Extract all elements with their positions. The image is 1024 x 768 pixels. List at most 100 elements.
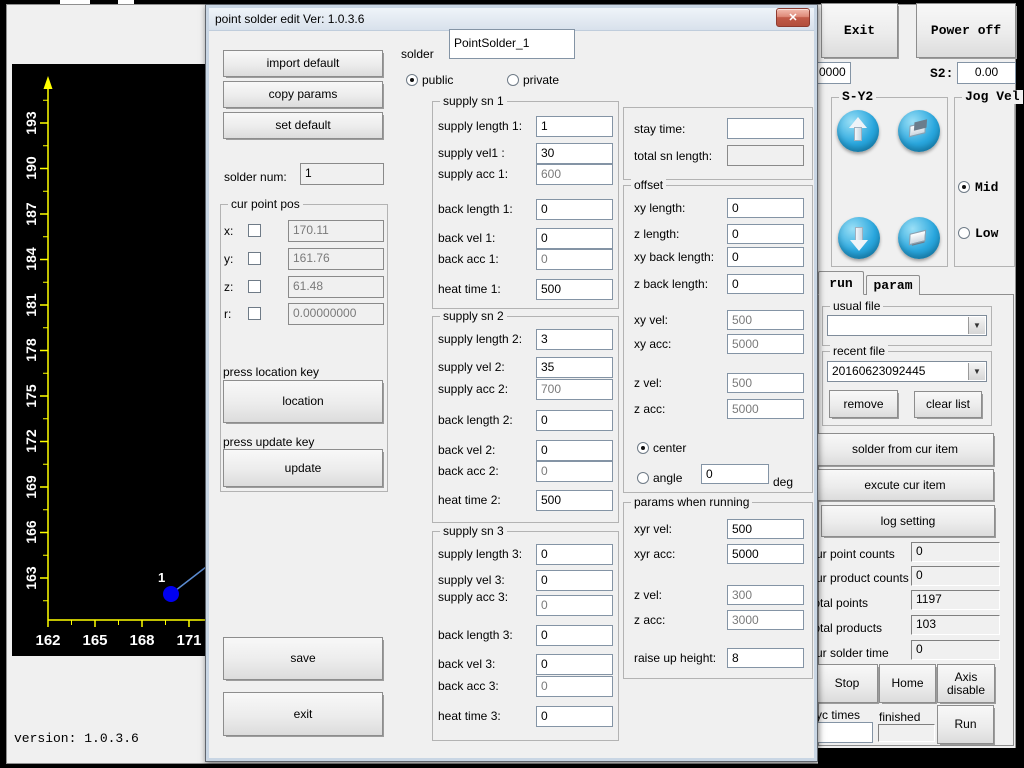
jog-rotate-up-button[interactable]: [898, 110, 940, 152]
excute-cur-item-button[interactable]: excute cur item: [816, 469, 994, 501]
dropdown-arrow-icon[interactable]: ▼: [968, 317, 985, 334]
supply-acc-2-field: 700: [536, 379, 613, 400]
down-arrow-icon: [850, 240, 868, 251]
y-coord-checkbox[interactable]: [248, 252, 261, 265]
s2-value-field[interactable]: 0.00: [957, 62, 1016, 84]
back-length-2-field[interactable]: 0: [536, 410, 613, 431]
x-tick-label: 162: [35, 632, 61, 649]
supply-acc-1-label: supply acc 1:: [438, 167, 509, 181]
back-length-3-label: back length 3:: [438, 628, 513, 642]
stay-time-field[interactable]: [727, 118, 804, 139]
cur-point-counts-label: cur point counts: [810, 547, 895, 561]
back-length-3-field[interactable]: 0: [536, 625, 613, 646]
angle-field[interactable]: 0: [701, 464, 769, 484]
copy-params-button[interactable]: copy params: [223, 81, 383, 108]
back-acc-1-field: 0: [536, 249, 613, 270]
usual-file-dropdown[interactable]: ▼: [827, 315, 987, 336]
jog-vel-low-radio[interactable]: [958, 227, 970, 239]
back-length-1-field[interactable]: 0: [536, 199, 613, 220]
top-edge-mark: [118, 0, 134, 4]
solder-point-plot[interactable]: 193 190 187 184 181 178 175 172 169 166 …: [12, 64, 206, 656]
y-tick-label: 181: [23, 293, 39, 317]
z-length-label: z length:: [634, 227, 680, 241]
remove-button[interactable]: remove: [829, 390, 898, 418]
total-points-label: total points: [810, 596, 869, 610]
home-button[interactable]: Home: [879, 664, 936, 703]
cur-solder-time-label: cur solder time: [810, 646, 889, 660]
s1-value-field[interactable]: 0000: [814, 62, 851, 84]
point-solder-edit-dialog: point solder edit Ver: 1.0.3.6 ✕ import …: [205, 4, 818, 762]
rotate-box-icon: [908, 229, 927, 246]
x-tick-label: 168: [129, 632, 155, 649]
z-length-field[interactable]: 0: [727, 224, 804, 244]
save-button[interactable]: save: [223, 637, 383, 680]
dropdown-arrow-icon[interactable]: ▼: [968, 363, 985, 380]
r-coord-checkbox[interactable]: [248, 307, 261, 320]
stay-time-label: stay time:: [634, 122, 686, 136]
back-vel-2-field[interactable]: 0: [536, 440, 613, 461]
exit-button[interactable]: Exit: [821, 3, 898, 58]
z-back-length-label: z back length:: [634, 277, 709, 291]
supply-acc-3-label: supply acc 3:: [438, 590, 509, 604]
solder-from-cur-item-button[interactable]: solder from cur item: [816, 433, 994, 466]
params-group-title: params when running: [631, 495, 753, 509]
location-button[interactable]: location: [223, 380, 383, 423]
clear-list-button[interactable]: clear list: [914, 391, 982, 418]
z-coord-label: z:: [224, 280, 234, 294]
total-products-label: total products: [810, 621, 883, 635]
xyr-acc-field[interactable]: 5000: [727, 544, 804, 564]
run-button[interactable]: Run: [937, 705, 994, 744]
jog-down-button[interactable]: [838, 217, 880, 259]
supply-length-3-field[interactable]: 0: [536, 544, 613, 565]
exit-dialog-button[interactable]: exit: [223, 692, 383, 736]
back-vel-1-field[interactable]: 0: [536, 228, 613, 249]
power-off-button[interactable]: Power off: [916, 3, 1016, 58]
dialog-title-bar[interactable]: point solder edit Ver: 1.0.3.6: [209, 8, 814, 31]
set-default-button[interactable]: set default: [223, 112, 383, 139]
xy-length-field[interactable]: 0: [727, 198, 804, 218]
supply-vel-1-field[interactable]: 30: [536, 143, 613, 164]
cur-point-counts-field: 0: [911, 542, 1000, 562]
heat-time-1-field[interactable]: 500: [536, 279, 613, 300]
recent-file-dropdown[interactable]: 20160623092445 ▼: [827, 361, 987, 382]
supply-length-1-field[interactable]: 1: [536, 116, 613, 137]
tab-param[interactable]: param: [866, 275, 920, 295]
supply-length-2-field[interactable]: 3: [536, 329, 613, 350]
supply-vel-2-field[interactable]: 35: [536, 357, 613, 378]
y-tick-label: 169: [23, 475, 39, 499]
jog-up-button[interactable]: [837, 110, 879, 152]
import-default-button[interactable]: import default: [223, 50, 383, 77]
x-coord-checkbox[interactable]: [248, 224, 261, 237]
jog-vel-low-label: Low: [975, 226, 999, 241]
jog-rotate-down-button[interactable]: [898, 217, 940, 259]
solder-name-field[interactable]: PointSolder_1: [449, 29, 575, 59]
log-setting-button[interactable]: log setting: [821, 505, 995, 537]
raise-up-height-label: raise up height:: [634, 651, 717, 665]
cur-point-pos-title: cur point pos: [228, 197, 303, 211]
run-z-acc-label: z acc:: [634, 613, 666, 627]
heat-time-3-field[interactable]: 0: [536, 706, 613, 727]
xy-back-length-field[interactable]: 0: [727, 247, 804, 267]
deg-label: deg: [773, 475, 794, 489]
back-length-1-label: back length 1:: [438, 202, 513, 216]
center-radio[interactable]: [637, 442, 649, 454]
heat-time-2-field[interactable]: 500: [536, 490, 613, 511]
tab-run[interactable]: run: [818, 271, 864, 295]
xyr-vel-field[interactable]: 500: [727, 519, 804, 539]
stop-button[interactable]: Stop: [816, 664, 878, 703]
z-back-length-field[interactable]: 0: [727, 274, 804, 294]
angle-radio[interactable]: [637, 472, 649, 484]
back-vel-3-field[interactable]: 0: [536, 654, 613, 675]
offset-xy-acc-label: xy acc:: [634, 337, 672, 351]
close-button[interactable]: ✕: [776, 8, 810, 27]
public-radio[interactable]: [406, 74, 418, 86]
supply-vel-3-field[interactable]: 0: [536, 570, 613, 591]
back-acc-2-field: 0: [536, 461, 613, 482]
z-coord-checkbox[interactable]: [248, 280, 261, 293]
raise-up-height-field[interactable]: 8: [727, 648, 804, 668]
axis-disable-button[interactable]: Axis disable: [937, 664, 995, 703]
update-button[interactable]: update: [223, 449, 383, 487]
jog-vel-mid-radio[interactable]: [958, 181, 970, 193]
solder-num-field[interactable]: 1: [300, 163, 384, 185]
private-radio[interactable]: [507, 74, 519, 86]
